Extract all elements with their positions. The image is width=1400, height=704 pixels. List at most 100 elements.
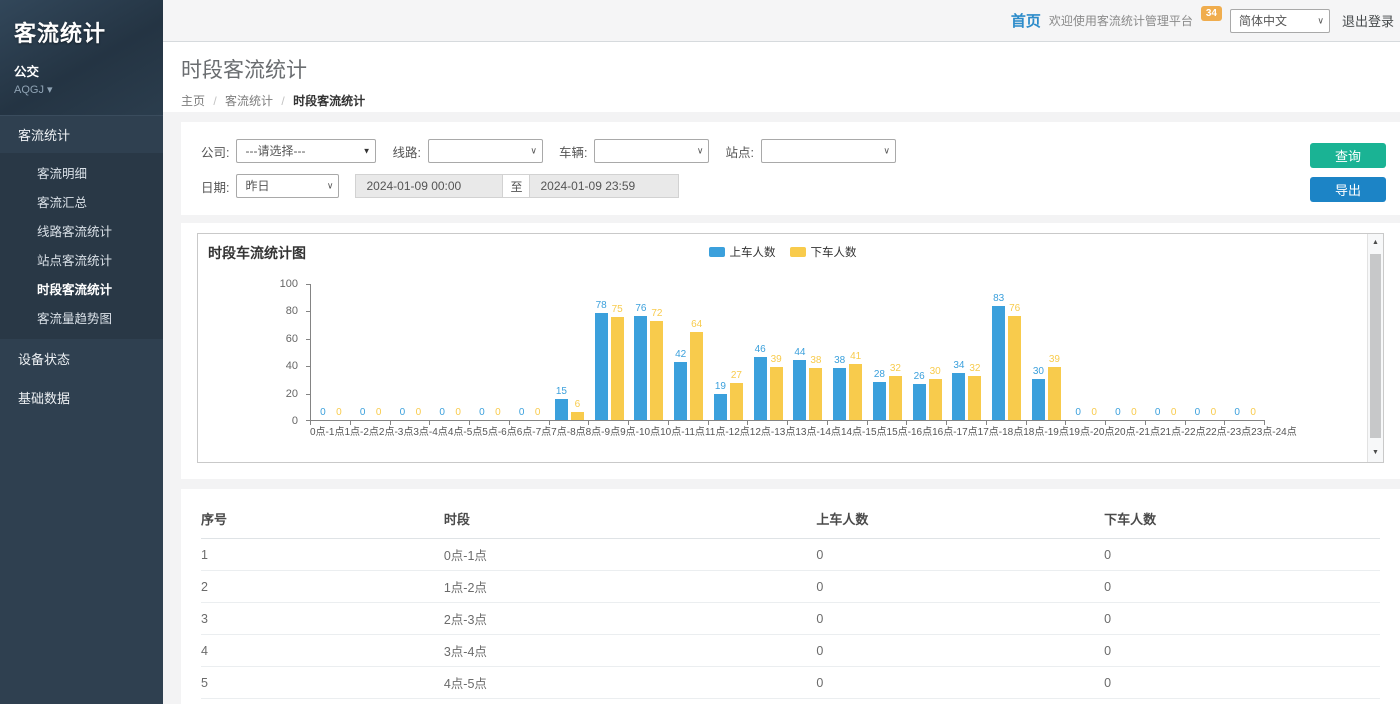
start-date-input[interactable]: 2024-01-09 00:00	[355, 174, 502, 198]
bar[interactable]	[611, 317, 624, 420]
date-label: 日期:	[201, 177, 229, 196]
bar-value-label: 28	[874, 369, 885, 380]
bar-group: 00	[430, 284, 470, 420]
bar[interactable]	[595, 313, 608, 420]
sidebar-item[interactable]: 时段客流统计	[0, 274, 163, 303]
x-axis-label: 14点-15点	[841, 427, 887, 439]
bar-column: 0	[412, 407, 425, 420]
sidebar-item[interactable]: 客流量趋势图	[0, 303, 163, 332]
search-button[interactable]: 查询	[1310, 143, 1386, 168]
main-area: 首页 欢迎使用客流统计管理平台 34 简体中文 ∨ 退出登录 时段客流统计 主页…	[163, 0, 1400, 704]
table-cell: 1点-2点	[444, 571, 817, 603]
x-axis-tick	[589, 421, 629, 425]
bar-column: 0	[396, 407, 409, 420]
y-axis-tick	[306, 311, 310, 312]
x-axis-tick	[788, 421, 828, 425]
bar-group: 3039	[1027, 284, 1067, 420]
sidebar-item[interactable]: 客流明细	[0, 158, 163, 187]
bar-column: 0	[316, 407, 329, 420]
bar[interactable]	[849, 364, 862, 420]
bar-column: 6	[571, 399, 584, 420]
legend-item[interactable]: 下车人数	[790, 244, 857, 260]
bar-column: 0	[515, 407, 528, 420]
bar-value-label: 0	[1171, 407, 1177, 418]
breadcrumb-home[interactable]: 主页	[181, 94, 205, 108]
x-axis-label: 7点-8点	[551, 427, 585, 439]
bar[interactable]	[634, 316, 647, 420]
bar-column: 0	[1088, 407, 1101, 420]
bar[interactable]	[873, 382, 886, 420]
bar-column: 15	[555, 386, 568, 420]
table-cell: 1	[201, 539, 444, 571]
vehicle-select[interactable]	[594, 139, 709, 163]
home-link[interactable]: 首页	[1011, 10, 1041, 31]
bar[interactable]	[889, 376, 902, 420]
bar[interactable]	[690, 332, 703, 420]
bar-value-label: 0	[1195, 407, 1201, 418]
company-select[interactable]: ---请选择---	[236, 139, 376, 163]
sidebar-item[interactable]: 客流汇总	[0, 187, 163, 216]
end-date-input[interactable]: 2024-01-09 23:59	[530, 174, 679, 198]
bar[interactable]	[1032, 379, 1045, 420]
table-cell: 0	[816, 699, 1104, 704]
date-type-select[interactable]: 昨日	[236, 174, 339, 198]
bar[interactable]	[833, 368, 846, 420]
bar-group: 00	[1186, 284, 1226, 420]
bar-column: 0	[1127, 407, 1140, 420]
bar[interactable]	[770, 367, 783, 420]
bar-group: 3432	[947, 284, 987, 420]
logout-button[interactable]: 退出登录	[1342, 11, 1394, 30]
org-code-dropdown[interactable]: AQGJ ▾	[14, 83, 149, 96]
table-cell: 0	[1104, 571, 1380, 603]
bar-value-label: 19	[715, 381, 726, 392]
station-select[interactable]	[761, 139, 896, 163]
bar-value-label: 0	[1075, 407, 1081, 418]
bar-group: 4264	[669, 284, 709, 420]
bar[interactable]	[1008, 316, 1021, 420]
table-cell: 0	[1104, 667, 1380, 699]
bar-value-label: 0	[535, 407, 541, 418]
bar-value-label: 41	[850, 351, 861, 362]
breadcrumb: 主页 / 客流统计 / 时段客流统计	[181, 92, 1400, 109]
notification-badge[interactable]: 34	[1201, 6, 1222, 21]
bar[interactable]	[650, 321, 663, 420]
line-select[interactable]	[428, 139, 543, 163]
legend-item[interactable]: 上车人数	[709, 244, 776, 260]
bar[interactable]	[913, 384, 926, 420]
bar[interactable]	[793, 360, 806, 420]
bar[interactable]	[571, 412, 584, 420]
bar[interactable]	[929, 379, 942, 420]
table-cell: 5点-6点	[444, 699, 817, 704]
language-select[interactable]: 简体中文	[1230, 9, 1330, 33]
bar[interactable]	[754, 357, 767, 420]
bar[interactable]	[555, 399, 568, 420]
x-axis-label: 22点-23点	[1206, 427, 1252, 439]
breadcrumb-passenger-stats[interactable]: 客流统计	[225, 94, 273, 108]
scroll-up-icon[interactable]: ▲	[1368, 234, 1383, 250]
scroll-down-icon[interactable]: ▼	[1368, 444, 1383, 460]
chart-panel: 时段车流统计图 上车人数下车人数 100806040200 0000000000…	[181, 223, 1400, 479]
bar-value-label: 0	[455, 407, 461, 418]
bar-column: 30	[1032, 366, 1045, 420]
sidebar-item-device-status[interactable]: 设备状态	[0, 339, 163, 378]
bar[interactable]	[809, 368, 822, 420]
chart-plot: 0000000000001567875767242641927463944383…	[310, 284, 1265, 421]
sidebar-item-basic-data[interactable]: 基础数据	[0, 378, 163, 417]
bar[interactable]	[674, 362, 687, 420]
export-button[interactable]: 导出	[1310, 177, 1386, 202]
bar[interactable]	[992, 306, 1005, 420]
sidebar-item-passenger-stats[interactable]: 客流统计	[0, 115, 163, 153]
bar[interactable]	[968, 376, 981, 420]
bar[interactable]	[714, 394, 727, 420]
bar-group: 00	[1146, 284, 1186, 420]
sidebar-item[interactable]: 站点客流统计	[0, 245, 163, 274]
chart-scrollbar[interactable]: ▲ ▼	[1367, 234, 1383, 462]
sidebar-item[interactable]: 线路客流统计	[0, 216, 163, 245]
bar[interactable]	[730, 383, 743, 420]
caret-down-icon: ▾	[47, 84, 53, 96]
bar[interactable]	[952, 373, 965, 420]
bar[interactable]	[1048, 367, 1061, 420]
bar-group: 00	[510, 284, 550, 420]
scrollbar-thumb[interactable]	[1370, 254, 1381, 438]
sidebar-submenu: 客流明细客流汇总线路客流统计站点客流统计时段客流统计客流量趋势图	[0, 153, 163, 339]
